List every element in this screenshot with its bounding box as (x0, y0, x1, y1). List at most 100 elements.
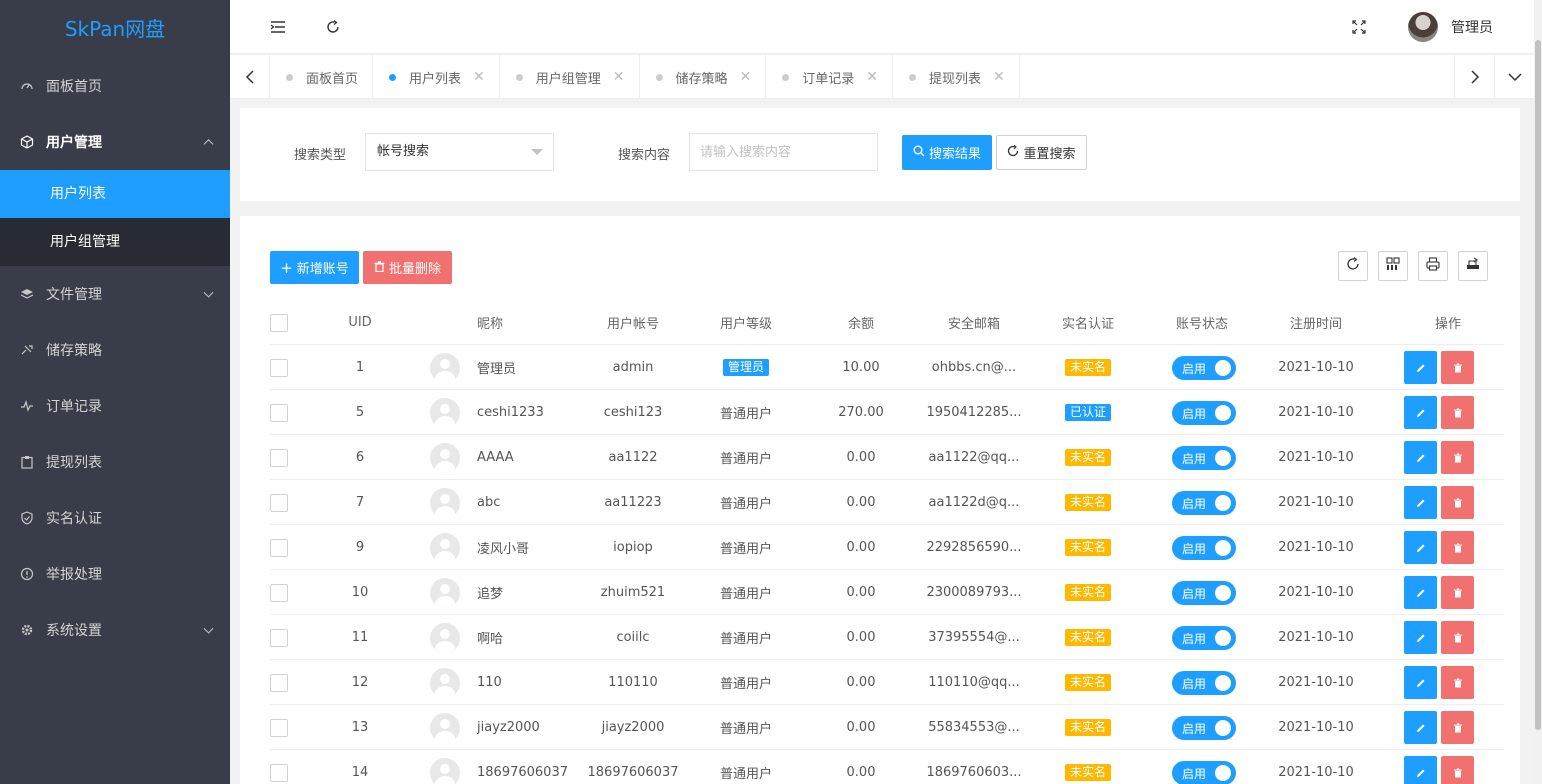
sidebar-item-file-management[interactable]: 文件管理 (0, 266, 230, 322)
status-toggle[interactable]: 启用 (1172, 625, 1236, 650)
page-scrollbar[interactable] (1534, 0, 1542, 784)
edit-button[interactable] (1404, 531, 1437, 564)
table-export-button[interactable] (1458, 251, 1488, 281)
row-checkbox[interactable] (270, 358, 288, 377)
table-print-button[interactable] (1418, 251, 1448, 281)
edit-cell (1404, 480, 1437, 525)
delete-button[interactable] (1441, 576, 1474, 609)
tabs-next-button[interactable] (1454, 55, 1494, 99)
row-checkbox[interactable] (270, 718, 288, 737)
refresh-icon (1346, 257, 1360, 275)
column-header[interactable]: 昵称 (460, 300, 520, 345)
row-checkbox[interactable] (270, 673, 288, 692)
edit-button[interactable] (1404, 711, 1437, 744)
tab-withdrawals[interactable]: 提现列表 ✕ (893, 55, 1020, 99)
close-icon[interactable]: ✕ (993, 69, 1005, 85)
column-header[interactable]: 安全邮箱 (934, 300, 1014, 345)
status-toggle[interactable]: 启用 (1172, 715, 1236, 740)
add-account-button[interactable]: + 新增账号 (270, 251, 359, 284)
scrollbar-thumb[interactable] (1535, 40, 1541, 730)
table-columns-button[interactable] (1378, 251, 1408, 281)
sidebar-item-user-list[interactable]: 用户列表 (0, 170, 230, 218)
edit-button[interactable] (1404, 351, 1437, 384)
tab-user-group[interactable]: 用户组管理 ✕ (500, 55, 640, 99)
sidebar-item-storage-strategy[interactable]: 储存策略 (0, 322, 230, 378)
reset-button[interactable]: 重置搜索 (996, 135, 1087, 170)
close-icon[interactable]: ✕ (866, 69, 878, 85)
edit-button[interactable] (1404, 576, 1437, 609)
status-toggle[interactable]: 启用 (1172, 400, 1236, 425)
row-checkbox[interactable] (270, 538, 288, 557)
edit-button[interactable] (1404, 756, 1437, 784)
account-cell: ceshi123 (603, 405, 663, 420)
edit-button[interactable] (1404, 486, 1437, 519)
status-toggle[interactable]: 启用 (1172, 760, 1236, 784)
edit-button[interactable] (1404, 441, 1437, 474)
edit-button[interactable] (1404, 666, 1437, 699)
sidebar-item-user-group[interactable]: 用户组管理 (0, 218, 230, 266)
row-checkbox[interactable] (270, 448, 288, 467)
sidebar-item-orders[interactable]: 订单记录 (0, 378, 230, 434)
tab-dashboard[interactable]: 面板首页 (270, 55, 374, 99)
tab-storage-strategy[interactable]: 储存策略 ✕ (640, 55, 767, 99)
delete-button[interactable] (1441, 666, 1474, 699)
sidebar-item-user-management[interactable]: 用户管理 (0, 114, 230, 170)
column-header[interactable]: 账号状态 (1162, 300, 1242, 345)
fullscreen-icon[interactable] (1349, 17, 1369, 37)
row-checkbox[interactable] (270, 403, 288, 422)
header-user-name[interactable]: 管理员 (1451, 17, 1493, 37)
close-icon[interactable]: ✕ (613, 69, 625, 85)
sidebar-item-withdrawals[interactable]: 提现列表 (0, 434, 230, 490)
status-toggle[interactable]: 启用 (1172, 580, 1236, 605)
app-logo[interactable]: SkPan网盘 (0, 0, 230, 58)
sidebar-item-settings[interactable]: 系统设置 (0, 602, 230, 658)
avatar-cell (430, 435, 460, 480)
uid-cell: 6 (355, 450, 365, 465)
column-header[interactable]: 余额 (821, 300, 901, 345)
delete-button[interactable] (1441, 711, 1474, 744)
tabs-menu-button[interactable] (1494, 55, 1534, 99)
close-icon[interactable]: ✕ (740, 69, 752, 85)
column-header[interactable]: 用户等级 (706, 300, 786, 345)
delete-button[interactable] (1441, 441, 1474, 474)
tab-orders[interactable]: 订单记录 ✕ (766, 55, 894, 99)
status-toggle[interactable]: 启用 (1172, 355, 1236, 380)
status-toggle[interactable]: 启用 (1172, 490, 1236, 515)
status-toggle[interactable]: 启用 (1172, 535, 1236, 560)
delete-button[interactable] (1441, 531, 1474, 564)
sidebar-item-real-name[interactable]: 实名认证 (0, 490, 230, 546)
refresh-icon[interactable] (323, 17, 343, 37)
tab-user-list[interactable]: 用户列表 ✕ (373, 55, 500, 99)
batch-delete-button[interactable]: 批量删除 (363, 251, 452, 284)
row-checkbox[interactable] (270, 763, 288, 782)
search-type-select[interactable]: 帐号搜索 (365, 133, 554, 171)
search-panel: 搜索类型 帐号搜索 搜索内容 搜索结果 重置搜索 (240, 108, 1520, 201)
delete-button[interactable] (1441, 486, 1474, 519)
delete-button[interactable] (1441, 621, 1474, 654)
row-checkbox[interactable] (270, 628, 288, 647)
date-cell: 2021-10-10 (1278, 720, 1354, 735)
avatar[interactable] (1408, 12, 1438, 42)
edit-button[interactable] (1404, 621, 1437, 654)
search-button[interactable]: 搜索结果 (902, 135, 992, 170)
delete-button[interactable] (1441, 756, 1474, 784)
menu-toggle-icon[interactable] (268, 17, 288, 37)
column-header[interactable]: 实名认证 (1048, 300, 1128, 345)
column-header[interactable]: 用户帐号 (593, 300, 673, 345)
tabs-prev-button[interactable] (230, 55, 270, 99)
status-toggle[interactable]: 启用 (1172, 445, 1236, 470)
sidebar-item-reports[interactable]: 举报处理 (0, 546, 230, 602)
sidebar-item-dashboard[interactable]: 面板首页 (0, 58, 230, 114)
search-input[interactable] (689, 133, 878, 171)
close-icon[interactable]: ✕ (473, 69, 485, 85)
delete-button[interactable] (1441, 351, 1474, 384)
select-all-checkbox[interactable] (270, 313, 288, 332)
status-toggle[interactable]: 启用 (1172, 670, 1236, 695)
row-checkbox[interactable] (270, 493, 288, 512)
row-checkbox[interactable] (270, 583, 288, 602)
edit-button[interactable] (1404, 396, 1437, 429)
column-header[interactable]: UID (330, 300, 390, 345)
delete-button[interactable] (1441, 396, 1474, 429)
column-header[interactable]: 注册时间 (1276, 300, 1356, 345)
table-refresh-button[interactable] (1338, 251, 1368, 281)
